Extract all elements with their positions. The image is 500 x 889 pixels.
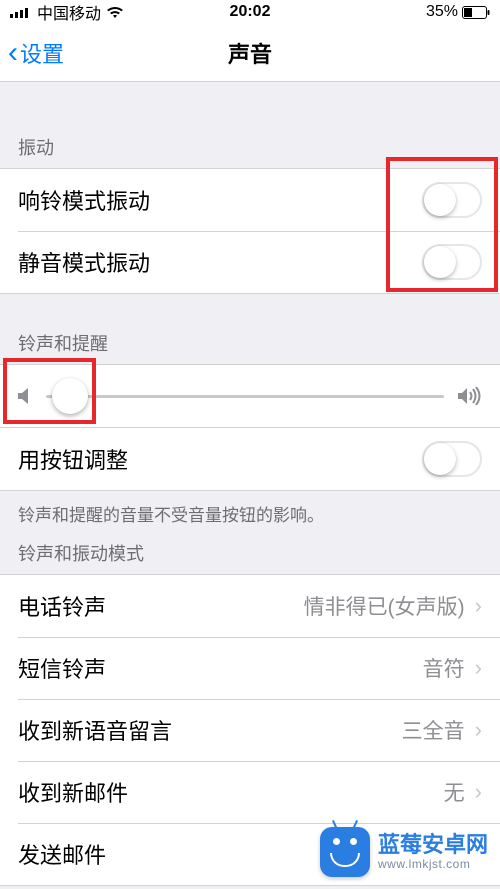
watermark-icon bbox=[320, 827, 370, 877]
row-new-mail[interactable]: 收到新邮件 无 › bbox=[0, 761, 500, 823]
watermark-url: www.lmkjst.com bbox=[378, 858, 488, 872]
back-label: 设置 bbox=[20, 37, 64, 69]
volume-high-icon bbox=[458, 386, 482, 406]
chevron-left-icon: ‹ bbox=[8, 38, 18, 68]
row-value: 情非得已(女声版) bbox=[304, 591, 465, 621]
carrier-label: 中国移动 bbox=[37, 0, 101, 24]
status-left: 中国移动 bbox=[10, 0, 124, 24]
watermark: 蓝莓安卓网 www.lmkjst.com bbox=[320, 827, 488, 877]
row-label: 电话铃声 bbox=[18, 590, 106, 622]
switch-vibrate-on-ring[interactable] bbox=[422, 182, 482, 218]
footer-note: 铃声和提醒的音量不受音量按钮的影响。 bbox=[0, 491, 500, 536]
section-header-patterns: 铃声和振动模式 bbox=[0, 536, 500, 574]
row-text-tone[interactable]: 短信铃声 音符 › bbox=[0, 637, 500, 699]
battery-icon bbox=[462, 6, 490, 19]
watermark-text: 蓝莓安卓网 www.lmkjst.com bbox=[378, 832, 488, 871]
row-change-with-buttons[interactable]: 用按钮调整 bbox=[0, 428, 500, 490]
switch-change-with-buttons[interactable] bbox=[422, 441, 482, 477]
section-header-ringer: 铃声和提醒 bbox=[0, 294, 500, 364]
volume-slider[interactable] bbox=[46, 395, 444, 398]
chevron-right-icon: › bbox=[475, 717, 482, 743]
status-right: 35% bbox=[426, 3, 490, 21]
signal-icon bbox=[10, 6, 32, 18]
row-value: 音符 bbox=[423, 653, 465, 683]
chevron-right-icon: › bbox=[475, 779, 482, 805]
slider-thumb[interactable] bbox=[52, 378, 88, 414]
wifi-icon bbox=[106, 6, 124, 19]
volume-low-icon bbox=[18, 387, 32, 405]
row-label: 收到新语音留言 bbox=[18, 714, 172, 746]
status-bar: 中国移动 20:02 35% bbox=[0, 0, 500, 24]
row-value: 三全音 bbox=[402, 715, 465, 745]
row-vibrate-on-silent[interactable]: 静音模式振动 bbox=[0, 231, 500, 293]
watermark-title: 蓝莓安卓网 bbox=[378, 832, 488, 857]
battery-percent: 35% bbox=[426, 3, 458, 21]
volume-slider-row bbox=[0, 364, 500, 428]
row-value: 无 bbox=[444, 777, 465, 807]
row-label: 静音模式振动 bbox=[18, 246, 150, 278]
chevron-right-icon: › bbox=[475, 593, 482, 619]
row-label: 发送邮件 bbox=[18, 838, 106, 870]
page-title: 声音 bbox=[228, 37, 272, 69]
row-new-voicemail[interactable]: 收到新语音留言 三全音 › bbox=[0, 699, 500, 761]
row-vibrate-on-ring[interactable]: 响铃模式振动 bbox=[0, 169, 500, 231]
nav-bar: ‹ 设置 声音 bbox=[0, 24, 500, 82]
row-label: 收到新邮件 bbox=[18, 776, 128, 808]
row-label: 短信铃声 bbox=[18, 652, 106, 684]
button-adjust-list: 用按钮调整 bbox=[0, 428, 500, 491]
back-button[interactable]: ‹ 设置 bbox=[0, 37, 64, 69]
chevron-right-icon: › bbox=[475, 655, 482, 681]
status-time: 20:02 bbox=[230, 3, 271, 21]
row-ringtone[interactable]: 电话铃声 情非得已(女声版) › bbox=[0, 575, 500, 637]
vibration-list: 响铃模式振动 静音模式振动 bbox=[0, 168, 500, 294]
section-header-vibration: 振动 bbox=[0, 82, 500, 168]
row-label: 响铃模式振动 bbox=[18, 184, 150, 216]
switch-vibrate-on-silent[interactable] bbox=[422, 244, 482, 280]
row-label: 用按钮调整 bbox=[18, 443, 128, 475]
